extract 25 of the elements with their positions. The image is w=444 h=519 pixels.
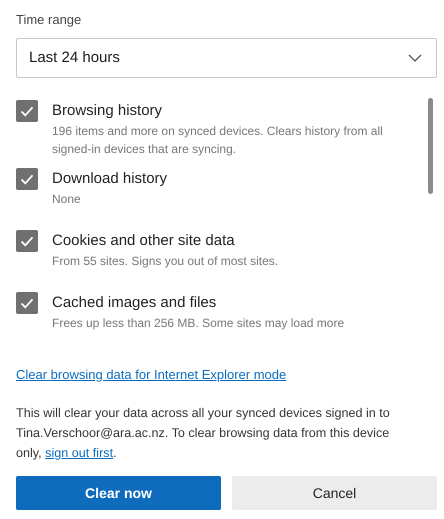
chevron-down-icon [408, 54, 422, 62]
sync-notice: This will clear your data across all your synced devices signed in to Tina.Verschoor@ara.ac.nz. To clear browsing data from this device only, sign out first. [16, 405, 391, 462]
sign-out-link[interactable]: sign out first [45, 446, 114, 460]
cancel-button[interactable]: Cancel [232, 476, 437, 510]
option-description: None [52, 191, 82, 208]
option-title: Browsing history [52, 101, 164, 121]
checkbox[interactable] [16, 292, 38, 314]
option-title: Download history [52, 169, 168, 189]
option-description: Frees up less than 256 MB. Some sites may load more [52, 315, 344, 332]
option-title: Cached images and files [52, 293, 218, 313]
option-description: From 55 sites. Signs you out of most sites. [52, 253, 278, 270]
check-icon [20, 106, 34, 116]
checkbox[interactable] [16, 230, 38, 252]
time-range-dropdown[interactable]: Last 24 hours [16, 38, 437, 78]
check-icon [20, 236, 34, 246]
clear-now-button[interactable]: Clear now [16, 476, 221, 510]
checkbox[interactable] [16, 100, 38, 122]
ie-mode-link[interactable]: Clear browsing data for Internet Explorer mode [16, 366, 286, 384]
option-title: Cookies and other site data [52, 231, 236, 251]
check-icon [20, 174, 34, 184]
checkbox[interactable] [16, 168, 38, 190]
check-icon [20, 298, 34, 308]
option-description: 196 items and more on synced devices. Clears history from all signed-in devices that are syncing. [52, 123, 384, 158]
scrollbar[interactable] [428, 98, 433, 194]
time-range-label: Time range [16, 11, 82, 29]
